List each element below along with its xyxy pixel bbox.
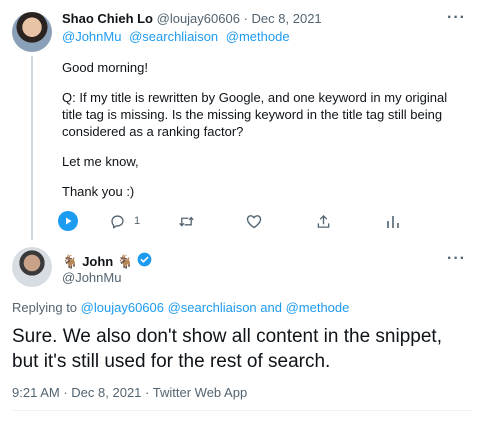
tweet-source[interactable]: Twitter Web App <box>153 385 247 400</box>
goat-emoji: 🐐 <box>62 253 79 269</box>
play-icon <box>58 211 78 231</box>
verified-badge-icon <box>137 252 152 271</box>
action-bar: 1 <box>58 210 408 232</box>
author-name: John <box>82 253 114 269</box>
divider <box>12 410 472 411</box>
replying-to-links[interactable]: @loujay60606 @searchliaison and @methode <box>81 300 350 315</box>
author-handle[interactable]: @loujay60606 <box>157 11 240 26</box>
tweet-paragraph: Good morning! <box>62 60 148 75</box>
tweet-date[interactable]: Dec 8, 2021 <box>71 385 141 400</box>
tweet-date[interactable]: Dec 8, 2021 <box>252 11 322 26</box>
reply-icon <box>110 214 125 229</box>
meta-separator: · <box>145 385 150 400</box>
reply-count: 1 <box>134 215 141 227</box>
avatar[interactable] <box>12 247 52 287</box>
replying-prefix: Replying to <box>12 300 78 315</box>
tweet-time[interactable]: 9:21 AM <box>12 385 60 400</box>
parent-tweet[interactable]: Shao Chieh Lo @loujay60606 · Dec 8, 2021… <box>0 0 484 240</box>
tweet-paragraph: Let me know, <box>62 154 139 169</box>
mention-link[interactable]: @JohnMu <box>62 29 121 44</box>
author-handle[interactable]: @JohnMu <box>62 270 121 286</box>
reply-button[interactable]: 1 <box>110 210 140 232</box>
goat-emoji: 🐐 <box>117 253 134 269</box>
tweet-paragraph: Thank you :) <box>62 184 135 199</box>
retweet-button[interactable] <box>178 210 195 232</box>
like-button[interactable] <box>246 210 262 232</box>
reply-tweet[interactable]: 🐐 John 🐐 @JohnMu ··· Replying to @loujay… <box>0 240 484 422</box>
header-separator: · <box>243 11 248 26</box>
mention-link[interactable]: @searchliaison <box>129 29 218 44</box>
meta-separator: · <box>63 385 68 400</box>
author-name[interactable]: Shao Chieh Lo <box>62 11 153 26</box>
more-options-icon[interactable]: ··· <box>447 250 466 268</box>
thread-line <box>31 56 33 240</box>
tweet-meta: 9:21 AM · Dec 8, 2021 · Twitter Web App <box>12 385 247 401</box>
avatar[interactable] <box>12 12 52 52</box>
analytics-button[interactable] <box>386 210 400 232</box>
share-button[interactable] <box>316 210 331 232</box>
replying-to: Replying to @loujay60606 @searchliaison … <box>12 300 349 316</box>
retweet-icon <box>178 214 195 229</box>
more-options-icon[interactable]: ··· <box>447 9 466 27</box>
play-button[interactable] <box>58 210 78 232</box>
share-icon <box>316 214 331 229</box>
heart-icon <box>246 214 262 229</box>
mention-link[interactable]: @methode <box>226 29 290 44</box>
tweet-text: Good morning! Q: If my title is rewritte… <box>62 59 467 213</box>
analytics-icon <box>386 214 400 229</box>
tweet-header: Shao Chieh Lo @loujay60606 · Dec 8, 2021 <box>62 11 322 27</box>
tweet-paragraph: Q: If my title is rewritten by Google, a… <box>62 90 448 139</box>
author-name-row[interactable]: 🐐 John 🐐 <box>62 252 152 271</box>
tweet-text: Sure. We also don't show all content in … <box>12 326 442 372</box>
reply-mentions: @JohnMu @searchliaison @methode <box>62 29 294 45</box>
